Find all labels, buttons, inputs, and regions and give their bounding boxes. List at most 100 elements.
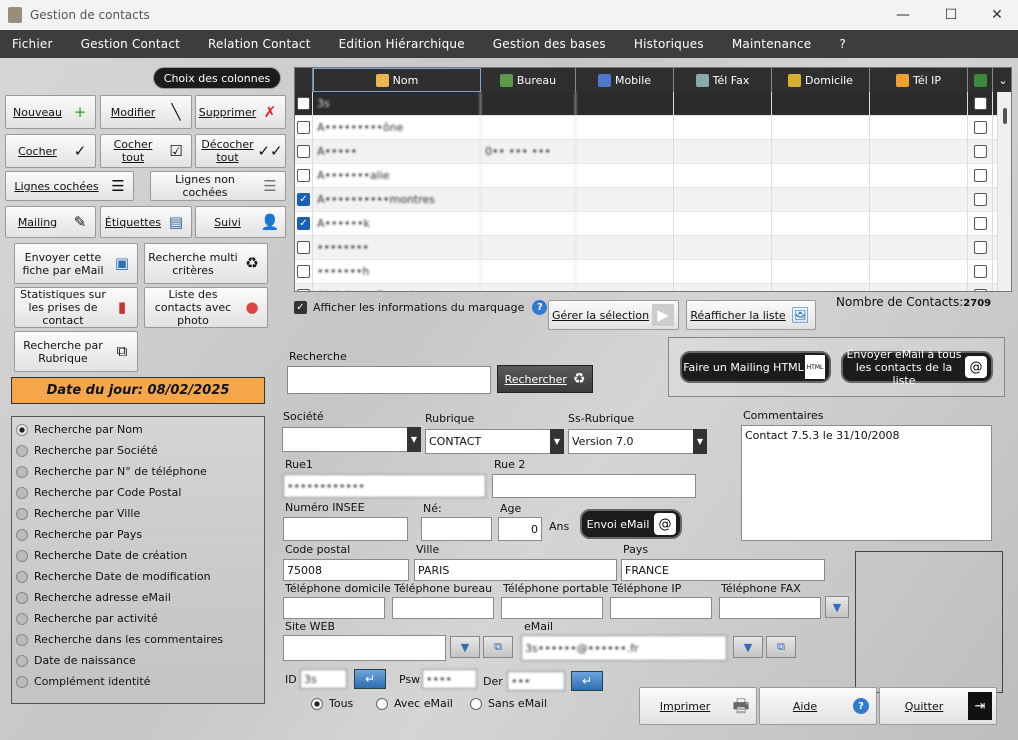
radio-complement-identite[interactable]: Complément identité — [16, 675, 150, 688]
table-row[interactable]: Abdelkrim Bouzain — [295, 283, 1011, 291]
filter-sans-email-radio[interactable]: Sans eMail — [470, 697, 547, 710]
col-bureau[interactable]: Bureau — [481, 68, 576, 92]
menu-relation-contact[interactable]: Relation Contact — [208, 37, 311, 51]
ville-input[interactable]: PARIS — [414, 559, 617, 581]
col-mobile[interactable]: Mobile — [576, 68, 674, 92]
site-web-copy-icon[interactable]: ⧉ — [483, 636, 513, 658]
email-input[interactable]: 3s••••••@••••••.fr — [521, 635, 727, 661]
site-web-open-icon[interactable]: ▼ — [450, 636, 480, 658]
col-tel-fax[interactable]: Tél Fax — [674, 68, 772, 92]
radio-recherche-code-postal[interactable]: Recherche par Code Postal — [16, 486, 181, 499]
mailing-html-button[interactable]: Faire un Mailing HTML HTML — [680, 351, 831, 383]
radio-recherche-pays[interactable]: Recherche par Pays — [16, 528, 142, 541]
row-selector-checkbox[interactable] — [295, 235, 313, 260]
envoyer-tous-button[interactable]: Envoyer eMail à tous les contacts de la … — [841, 348, 993, 387]
table-row[interactable]: ✓ A••••••k — [295, 211, 1011, 236]
row-mark-checkbox[interactable] — [968, 259, 993, 284]
radio-recherche-societe[interactable]: Recherche par Société — [16, 444, 158, 457]
quitter-button[interactable]: Quitter ⇥ — [879, 687, 997, 725]
lignes-cochees-button[interactable]: Lignes cochées ☰ — [5, 171, 134, 201]
id-input[interactable]: 3s — [300, 669, 347, 689]
minimize-button[interactable]: — — [880, 0, 926, 30]
radio-recherche-activite[interactable]: Recherche par activité — [16, 612, 158, 625]
commentaires-textarea[interactable]: Contact 7.5.3 le 31/10/2008 — [741, 425, 992, 541]
table-row[interactable]: •••••••• — [295, 235, 1011, 260]
rechercher-button[interactable]: Rechercher ♻ — [497, 365, 593, 393]
radio-recherche-ville[interactable]: Recherche par Ville — [16, 507, 140, 520]
menu-historiques[interactable]: Historiques — [634, 37, 704, 51]
psw-input[interactable]: •••• — [422, 669, 477, 689]
menu-gestion-contact[interactable]: Gestion Contact — [81, 37, 180, 51]
row-mark-checkbox[interactable] — [968, 163, 993, 188]
table-row[interactable]: 3s — [295, 91, 1011, 116]
tel-domicile-input[interactable] — [283, 597, 385, 619]
row-mark-checkbox[interactable] — [968, 211, 993, 236]
afficher-marquage-checkbox[interactable]: ✓ Afficher les informations du marquage … — [294, 300, 548, 315]
table-row[interactable]: A•••••••alie — [295, 163, 1011, 188]
phone-filter-icon[interactable]: ▼ — [825, 596, 849, 618]
societe-select[interactable] — [282, 427, 408, 452]
ssrubrique-dropdown-icon[interactable]: ▼ — [693, 429, 707, 454]
modifier-button[interactable]: Modifier ╲ — [100, 95, 192, 129]
societe-dropdown-icon[interactable]: ▼ — [407, 427, 421, 452]
grid-scrollbar[interactable] — [997, 92, 1011, 291]
radio-recherche-date-creation[interactable]: Recherche Date de création — [16, 549, 187, 562]
age-input[interactable]: 0 — [498, 517, 542, 541]
radio-recherche-telephone[interactable]: Recherche par N° de téléphone — [16, 465, 207, 478]
der-input[interactable]: ••• — [507, 671, 565, 691]
envoi-email-button[interactable]: Envoi eMail @ — [580, 509, 682, 539]
gerer-selection-button[interactable]: Gérer la sélection ▶ — [548, 300, 679, 330]
ne-input[interactable] — [421, 517, 492, 541]
radio-recherche-email[interactable]: Recherche adresse eMail — [16, 591, 171, 604]
col-tel-ip[interactable]: Tél IP — [870, 68, 968, 92]
choix-colonnes-button[interactable]: Choix des colonnes — [153, 67, 281, 89]
col-nom[interactable]: Nom — [313, 68, 481, 92]
rubrique-select[interactable]: CONTACT — [425, 429, 551, 454]
radio-date-naissance[interactable]: Date de naissance — [16, 654, 136, 667]
liste-photo-button[interactable]: Liste des contacts avec photo ● — [144, 287, 268, 328]
row-mark-checkbox[interactable] — [968, 115, 993, 140]
statistiques-button[interactable]: Statistiques sur les prises de contact ▮ — [14, 287, 138, 328]
email-copy-icon[interactable]: ⧉ — [766, 636, 796, 658]
close-button[interactable]: ✕ — [974, 0, 1018, 30]
tel-ip-input[interactable] — [610, 597, 712, 619]
menu-gestion-bases[interactable]: Gestion des bases — [493, 37, 606, 51]
row-selector-checkbox[interactable] — [295, 91, 313, 116]
menu-maintenance[interactable]: Maintenance — [732, 37, 811, 51]
cocher-tout-button[interactable]: Cocher tout ☑ — [100, 134, 192, 168]
radio-recherche-commentaires[interactable]: Recherche dans les commentaires — [16, 633, 223, 646]
filter-tous-radio[interactable]: Tous — [311, 697, 353, 710]
email-send-icon[interactable]: ▼ — [733, 636, 763, 658]
recherche-input[interactable] — [287, 366, 491, 394]
lignes-non-cochees-button[interactable]: Lignes non cochées ☰ — [150, 171, 286, 201]
imprimer-button[interactable]: Imprimer 🖶 — [639, 687, 757, 725]
table-row[interactable]: A••••• 0•• ••• ••• — [295, 139, 1011, 164]
row-mark-checkbox[interactable] — [968, 91, 993, 116]
row-selector-checkbox[interactable]: ✓ — [295, 187, 313, 212]
scrollbar-thumb[interactable] — [1003, 108, 1007, 124]
decocher-tout-button[interactable]: Décocher tout ✓✓ — [195, 134, 286, 168]
radio-recherche-date-modification[interactable]: Recherche Date de modification — [16, 570, 211, 583]
col-domicile[interactable]: Domicile — [772, 68, 870, 92]
aide-button[interactable]: Aide? — [759, 687, 877, 725]
row-selector-checkbox[interactable] — [295, 283, 313, 291]
menu-fichier[interactable]: Fichier — [12, 37, 53, 51]
insee-input[interactable] — [283, 517, 408, 541]
table-row[interactable]: ✓ A••••••••••montres — [295, 187, 1011, 212]
recherche-multi-button[interactable]: Recherche multi critères ♻ — [144, 243, 268, 284]
tel-fax-input[interactable] — [719, 597, 821, 619]
help-icon[interactable]: ? — [532, 300, 548, 315]
der-enter-icon[interactable]: ↵ — [571, 671, 603, 691]
supprimer-button[interactable]: Supprimer ✗ — [195, 95, 286, 129]
suivi-button[interactable]: Suivi 👤 — [195, 206, 286, 238]
row-selector-checkbox[interactable] — [295, 115, 313, 140]
filter-avec-email-radio[interactable]: Avec eMail — [376, 697, 453, 710]
photo-frame[interactable] — [855, 551, 1003, 693]
col-check[interactable] — [968, 68, 993, 92]
tel-bureau-input[interactable] — [392, 597, 494, 619]
rue2-input[interactable] — [492, 474, 696, 498]
radio-recherche-nom[interactable]: Recherche par Nom — [16, 423, 143, 436]
row-mark-checkbox[interactable] — [968, 139, 993, 164]
tel-portable-input[interactable] — [501, 597, 603, 619]
cocher-button[interactable]: Cocher ✓ — [5, 134, 96, 168]
